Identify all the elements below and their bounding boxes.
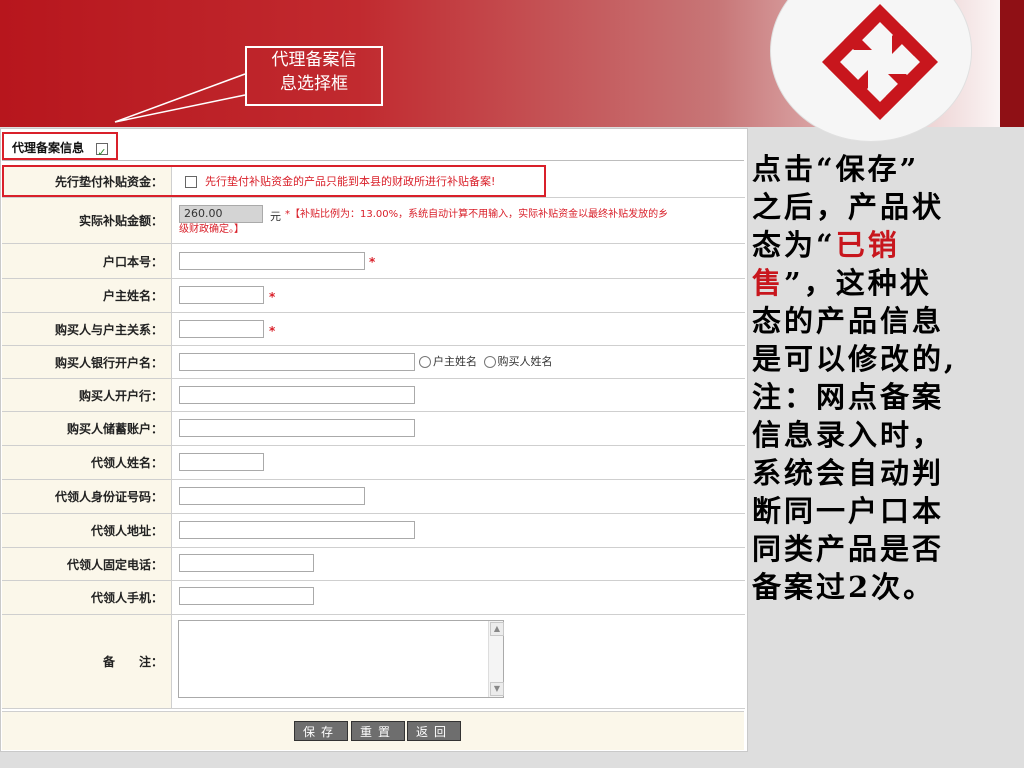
remark-textarea[interactable]: ▲ ▼ <box>178 620 504 698</box>
radio-huzhu-label: 户主姓名 <box>433 355 477 368</box>
side-line-1: 点击“保存” <box>752 152 920 186</box>
side-line-4a: 售 <box>752 266 785 300</box>
row-account: 购买人储蓄账户： <box>2 412 745 446</box>
callout-box: 代理备案信 息选择框 <box>245 46 383 106</box>
relation-label: 购买人与户主关系： <box>2 313 172 345</box>
required-mark: * <box>269 290 276 304</box>
huzhu-input[interactable] <box>179 286 264 304</box>
remark-label: 备 注： <box>2 615 172 708</box>
save-button[interactable]: 保存 <box>294 721 349 741</box>
side-line-3b: 已销 <box>835 228 900 262</box>
bank-label: 购买人开户行： <box>2 379 172 411</box>
agent-mobile-input[interactable] <box>179 587 314 605</box>
section-divider <box>2 160 744 161</box>
radio-buyer-label: 购买人姓名 <box>497 355 553 368</box>
section-header: 代理备案信息 <box>2 132 118 167</box>
row-subsidy: 实际补贴金额： 260.00 元 *【补贴比例为：13.00%，系统自动计算不用… <box>2 198 745 244</box>
prepay-highlight <box>2 165 546 197</box>
required-mark: * <box>369 255 376 269</box>
side-note: 点击“保存” 之后，产品状 态为“已销 售”，这种状 态的产品信息 是可以修改的… <box>752 150 1020 606</box>
agent-phone-label: 代领人固定电话： <box>2 548 172 580</box>
subsidy-amount-field: 260.00 <box>179 205 263 223</box>
callout-line-2: 息选择框 <box>280 74 348 94</box>
row-agent-name: 代领人姓名： <box>2 446 745 480</box>
hukou-input[interactable] <box>179 252 365 270</box>
side-line-9: 系统会自动判 <box>752 456 945 490</box>
agent-name-input[interactable] <box>179 453 264 471</box>
row-huzhu: 户主姓名： * <box>2 279 745 313</box>
agent-id-label: 代领人身份证号码： <box>2 480 172 513</box>
side-line-5: 态的产品信息 <box>752 304 945 338</box>
side-line-11: 同类产品是否 <box>752 532 945 566</box>
side-line-2: 之后，产品状 <box>752 190 945 224</box>
callout-line-1: 代理备案信 <box>271 50 357 70</box>
remark-scrollbar[interactable]: ▲ ▼ <box>488 621 504 697</box>
row-agent-phone: 代领人固定电话： <box>2 548 745 581</box>
side-line-10: 断同一户口本 <box>752 494 945 528</box>
agent-name-label: 代领人姓名： <box>2 446 172 479</box>
row-relation: 购买人与户主关系： * <box>2 313 745 346</box>
section-title: 代理备案信息 <box>12 141 85 155</box>
bankname-radio-group: 户主姓名 购买人姓名 <box>419 353 556 369</box>
scroll-down-icon[interactable]: ▼ <box>490 682 504 696</box>
radio-buyer[interactable] <box>483 356 496 368</box>
button-bar: 保存 重置 返回 <box>2 711 744 750</box>
row-hukou: 户口本号： * <box>2 244 745 279</box>
side-line-12: 备案过2次。 <box>752 570 936 604</box>
back-button[interactable]: 返回 <box>407 721 462 741</box>
logo-diamond-icon <box>822 4 938 120</box>
subsidy-note-1: *【补贴比例为：13.00%，系统自动计算不用输入，实际补贴资金以最终补贴发放的… <box>285 209 669 220</box>
agent-addr-label: 代领人地址： <box>2 514 172 547</box>
side-line-4b: ”，这种状 <box>784 266 932 300</box>
subsidy-note-2: 级财政确定。】 <box>179 224 244 235</box>
row-bank: 购买人开户行： <box>2 379 745 412</box>
agent-phone-input[interactable] <box>179 554 314 572</box>
agent-addr-input[interactable] <box>179 521 415 539</box>
relation-input[interactable] <box>179 320 264 338</box>
agent-id-input[interactable] <box>179 487 365 505</box>
row-agent-id: 代领人身份证号码： <box>2 480 745 514</box>
account-label: 购买人储蓄账户： <box>2 412 172 445</box>
side-line-7: 注：网点备案 <box>752 380 945 414</box>
section-checkbox[interactable] <box>96 139 109 167</box>
radio-huzhu[interactable] <box>419 356 431 368</box>
row-bankname: 购买人银行开户名： 户主姓名 购买人姓名 <box>2 346 745 379</box>
subsidy-label: 实际补贴金额： <box>2 198 172 243</box>
huzhu-label: 户主姓名： <box>2 279 172 312</box>
hukou-label: 户口本号： <box>2 244 172 278</box>
required-mark: * <box>269 324 276 338</box>
bank-input[interactable] <box>179 386 415 404</box>
row-agent-mobile: 代领人手机： <box>2 581 745 615</box>
bankname-label: 购买人银行开户名： <box>2 346 172 378</box>
account-input[interactable] <box>179 419 415 437</box>
subsidy-unit: 元 <box>270 210 281 223</box>
side-line-6: 是可以修改的, <box>752 342 958 376</box>
reset-button[interactable]: 重置 <box>351 721 406 741</box>
agent-mobile-label: 代领人手机： <box>2 581 172 614</box>
side-line-3a: 态为“ <box>752 228 836 262</box>
company-logo <box>760 0 1000 142</box>
bankname-input[interactable] <box>179 353 415 371</box>
banner-edge <box>1000 0 1024 127</box>
scroll-up-icon[interactable]: ▲ <box>490 622 504 636</box>
side-line-8: 信息录入时， <box>752 418 945 452</box>
row-agent-addr: 代领人地址： <box>2 514 745 548</box>
